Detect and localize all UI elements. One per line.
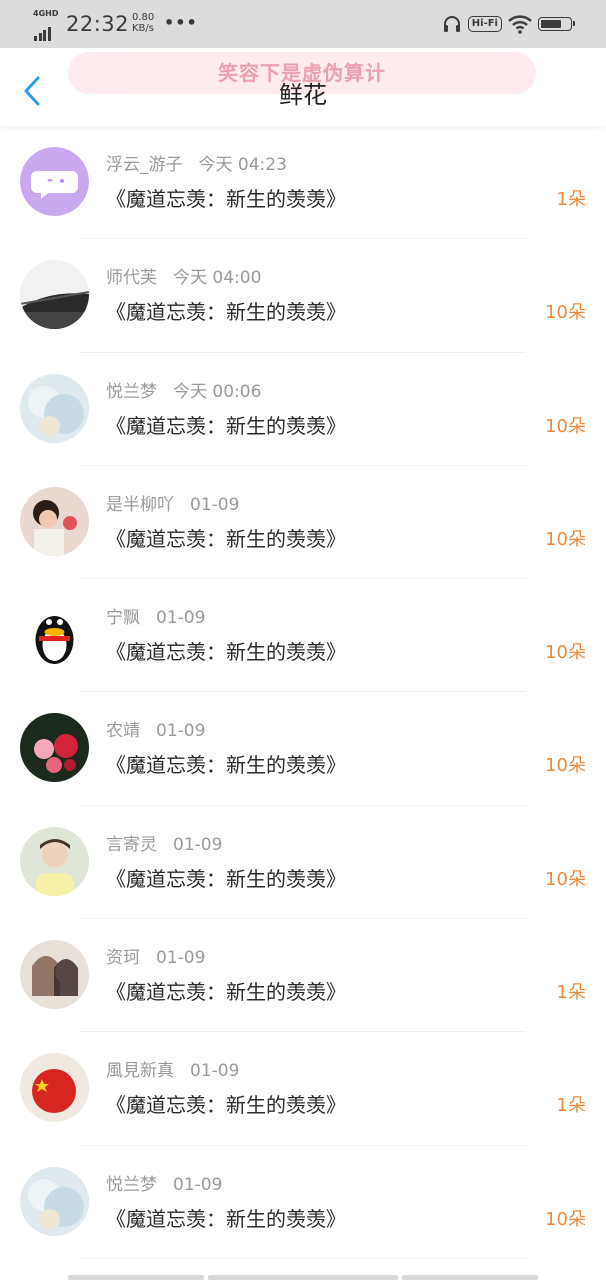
- pastel-anime-avatar[interactable]: [20, 373, 89, 443]
- anime-couple-avatar[interactable]: [20, 940, 89, 1010]
- user-name: 资珂 01-09: [106, 948, 206, 969]
- gift-time: 01-09: [156, 721, 206, 742]
- status-bar: 4GHD 22:32 0.80 KB/s ••• Hi-Fi: [0, 0, 606, 48]
- page-title: 鲜花: [279, 81, 327, 109]
- book-title[interactable]: 《魔道忘羡：新生的羡羡》: [106, 978, 346, 1006]
- user-name: 悦兰梦 今天 00:06: [106, 381, 262, 402]
- battery-fill: [541, 20, 561, 28]
- penguin-avatar[interactable]: [20, 600, 89, 670]
- portrait-avatar[interactable]: [20, 826, 89, 896]
- child-photo-avatar[interactable]: [20, 486, 89, 556]
- gift-time: 01-09: [173, 1174, 223, 1195]
- user-name: 悦兰梦 01-09: [106, 1174, 223, 1195]
- gift-time: 01-09: [190, 1061, 240, 1082]
- network-type: 4GHD: [33, 9, 59, 18]
- gift-time: 今天 00:06: [173, 381, 262, 402]
- user-name: 农靖 01-09: [106, 721, 206, 742]
- flower-count: 10朵: [545, 302, 586, 324]
- flower-count: 1朵: [556, 189, 586, 210]
- list-item[interactable]: 浮云_游子 今天 04:23 《魔道忘羡：新生的羡羡》 1朵: [0, 126, 606, 240]
- book-title[interactable]: 《魔道忘羡：新生的羡羡》: [106, 412, 346, 440]
- divider: [80, 1257, 526, 1259]
- list-item[interactable]: 资珂 01-09 《魔道忘羡：新生的羡羡》 1朵: [0, 919, 606, 1033]
- book-title[interactable]: 《魔道忘羡：新生的羡羡》: [106, 525, 346, 553]
- bridge-bw-avatar[interactable]: [20, 260, 89, 330]
- signal-icon: 4GHD: [33, 9, 61, 41]
- list-item[interactable]: 是半柳吖 01-09 《魔道忘羡：新生的羡羡》 10朵: [0, 466, 606, 580]
- network-speed: 0.80 KB/s: [132, 12, 155, 34]
- list-item[interactable]: 悦兰梦 01-09 《魔道忘羡：新生的羡羡》 10朵: [0, 1146, 606, 1259]
- flower-count: 1朵: [556, 1095, 586, 1117]
- flag-badge-avatar[interactable]: [20, 1053, 89, 1123]
- list-item[interactable]: 宁飘 01-09 《魔道忘羡：新生的羡羡》 10朵: [0, 579, 606, 693]
- clock: 22:32: [66, 12, 130, 36]
- user-name: 是半柳吖 01-09: [106, 494, 240, 515]
- flower-count: 10朵: [545, 528, 586, 550]
- wifi-icon: [508, 15, 532, 34]
- book-title[interactable]: 《魔道忘羡：新生的羡羡》: [106, 185, 346, 213]
- list-item[interactable]: 农靖 01-09 《魔道忘羡：新生的羡羡》 10朵: [0, 692, 606, 806]
- gift-time: 01-09: [173, 834, 223, 855]
- gift-time: 今天 04:00: [173, 268, 262, 289]
- book-title[interactable]: 《魔道忘羡：新生的羡羡》: [106, 1205, 346, 1233]
- user-name: 师代芙 今天 04:00: [106, 268, 262, 289]
- book-title[interactable]: 《魔道忘羡：新生的羡羡》: [106, 638, 346, 666]
- list-item[interactable]: 言寄灵 01-09 《魔道忘羡：新生的羡羡》 10朵: [0, 806, 606, 920]
- flower-count: 10朵: [545, 868, 586, 890]
- book-title[interactable]: 《魔道忘羡：新生的羡羡》: [106, 865, 346, 893]
- flower-count: 10朵: [545, 755, 586, 777]
- chat-bubble-avatar[interactable]: [20, 147, 89, 216]
- gift-time: 今天 04:23: [198, 155, 287, 175]
- battery-icon: [538, 17, 575, 31]
- book-title[interactable]: 《魔道忘羡：新生的羡羡》: [106, 751, 346, 779]
- gift-time: 01-09: [190, 494, 240, 515]
- user-name: 言寄灵 01-09: [106, 834, 223, 855]
- user-name: 風見新真 01-09: [106, 1061, 240, 1082]
- list-item[interactable]: 悦兰梦 今天 00:06 《魔道忘羡：新生的羡羡》 10朵: [0, 353, 606, 466]
- user-name: 浮云_游子 今天 04:23: [106, 155, 287, 175]
- list-item[interactable]: 师代芙 今天 04:00 《魔道忘羡：新生的羡羡》 10朵: [0, 239, 606, 353]
- headphones-icon: [443, 16, 460, 32]
- bottom-indicator: [0, 1271, 606, 1280]
- gift-time: 01-09: [156, 948, 206, 969]
- flower-count: 10朵: [545, 1208, 586, 1230]
- flower-gift-list: 浮云_游子 今天 04:23 《魔道忘羡：新生的羡羡》 1朵 师代芙 今天 04:0…: [0, 126, 606, 1259]
- flower-count: 10朵: [545, 642, 586, 664]
- gift-time: 01-09: [156, 608, 206, 629]
- hifi-badge: Hi-Fi: [467, 16, 502, 32]
- book-title[interactable]: 《魔道忘羡：新生的羡羡》: [106, 1091, 346, 1119]
- flower-count: 10朵: [545, 415, 586, 437]
- pastel-anime-avatar[interactable]: [20, 1166, 89, 1236]
- list-item[interactable]: 風見新真 01-09 《魔道忘羡：新生的羡羡》 1朵: [0, 1032, 606, 1146]
- more-notifications-icon: •••: [164, 13, 198, 32]
- roses-avatar[interactable]: [20, 713, 89, 783]
- app-header: 笑容下是虚伪算计 鲜花: [0, 48, 606, 126]
- user-name: 宁飘 01-09: [106, 608, 206, 629]
- book-title[interactable]: 《魔道忘羡：新生的羡羡》: [106, 298, 346, 326]
- flower-count: 1朵: [556, 982, 586, 1004]
